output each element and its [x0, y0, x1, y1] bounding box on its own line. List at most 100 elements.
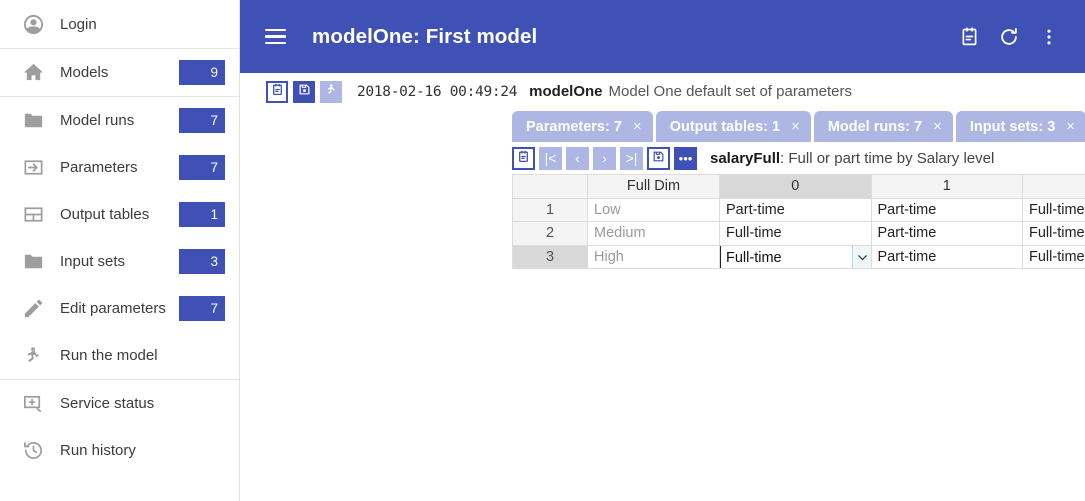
close-icon[interactable]: × — [933, 119, 942, 134]
parameter-toolbar: |< ‹ › >| ••• salaryFull: Full or part t… — [240, 142, 1085, 174]
grid-cell-editing[interactable]: Full-time Full-time Part-time — [719, 244, 872, 269]
model-info-line: 2018-02-16 00:49:24 modelOne Model One d… — [240, 73, 1085, 106]
run-person-icon — [324, 82, 339, 102]
parameter-grid-container: Full Dim 0 1 2 3 1 Low Part-time Part-ti… — [240, 174, 1085, 501]
run-person-icon — [18, 341, 48, 371]
sidebar-group-models: Models 9 — [0, 49, 239, 97]
model-name: modelOne — [529, 83, 603, 100]
model-notes-button[interactable] — [949, 17, 989, 57]
table-row: 1 Low Part-time Part-time Full-time Full… — [512, 197, 1085, 222]
refresh-button[interactable] — [989, 17, 1029, 57]
sidebar-item-run-history[interactable]: Run history — [0, 427, 239, 474]
clipboard-note-icon — [271, 83, 284, 101]
sidebar-item-output-tables[interactable]: Output tables 1 — [0, 191, 239, 238]
save-button[interactable] — [647, 146, 670, 170]
grid-cell[interactable]: Part-time — [870, 244, 1023, 269]
service-status-icon — [18, 389, 48, 419]
grid-cell[interactable]: Part-time — [719, 197, 872, 222]
chevron-down-icon[interactable] — [852, 245, 871, 268]
close-icon[interactable]: × — [633, 119, 642, 134]
sidebar-item-run-the-model[interactable]: Run the model — [0, 332, 239, 379]
sidebar-item-label: Run history — [60, 442, 136, 459]
sidebar-item-label: Models — [60, 64, 109, 81]
previous-page-button[interactable]: ‹ — [566, 146, 589, 170]
sidebar-item-badge: 7 — [179, 108, 225, 133]
sidebar-item-label: Service status — [60, 395, 155, 412]
more-options-button[interactable] — [1029, 17, 1069, 57]
sidebar-item-models[interactable]: Models 9 — [0, 49, 239, 96]
row-dimension-label: Medium — [587, 221, 720, 246]
last-page-button[interactable]: >| — [620, 146, 643, 170]
parameter-grid: Full Dim 0 1 2 3 1 Low Part-time Part-ti… — [512, 174, 1085, 269]
sidebar-group-account: Login — [0, 1, 239, 49]
info-save-button[interactable] — [293, 80, 315, 103]
sidebar-item-input-sets[interactable]: Input sets 3 — [0, 238, 239, 285]
sidebar-item-label: Output tables — [60, 206, 150, 223]
sidebar-item-badge: 7 — [179, 155, 225, 180]
tab-input-sets[interactable]: Input sets: 3 × — [955, 111, 1085, 142]
table-layout-icon — [18, 200, 48, 230]
tab-label: Model runs: 7 — [827, 118, 923, 135]
sidebar-item-label: Input sets — [60, 253, 126, 270]
grid-cell[interactable]: Full-time — [1022, 221, 1085, 246]
sidebar-item-login[interactable]: Login — [0, 1, 239, 48]
page-title: modelOne: First model — [312, 24, 538, 48]
sidebar-item-service-status[interactable]: Service status — [0, 380, 239, 427]
cell-editor-value: Full-time — [726, 249, 782, 266]
sidebar-item-badge: 1 — [179, 202, 225, 227]
tab-label: Input sets: 3 — [969, 118, 1056, 135]
grid-cell[interactable]: Full-time — [1022, 244, 1085, 269]
sidebar-item-label: Edit parameters — [60, 300, 166, 317]
model-timestamp: 2018-02-16 00:49:24 — [357, 83, 518, 100]
sidebar-item-model-runs[interactable]: Model runs 7 — [0, 97, 239, 144]
tab-label: Output tables: 1 — [669, 118, 781, 135]
column-header-1[interactable]: 1 — [870, 174, 1023, 199]
save-disk-icon — [652, 150, 665, 166]
app-header: modelOne: First model — [240, 0, 1085, 73]
pencil-icon — [18, 294, 48, 324]
save-disk-icon — [298, 83, 311, 101]
row-number[interactable]: 1 — [512, 197, 588, 222]
grid-cell[interactable]: Full-time — [1022, 197, 1085, 222]
clipboard-note-icon — [517, 150, 530, 166]
grid-cell[interactable]: Part-time — [870, 197, 1023, 222]
tab-output-tables[interactable]: Output tables: 1 × — [655, 111, 811, 142]
hamburger-menu-icon[interactable] — [258, 20, 292, 54]
parameter-notes-button[interactable] — [512, 146, 535, 170]
account-circle-icon — [18, 10, 48, 40]
close-icon[interactable]: × — [791, 119, 800, 134]
grid-cell[interactable]: Part-time — [870, 221, 1023, 246]
grid-corner — [512, 174, 588, 199]
history-clock-icon — [18, 436, 48, 466]
grid-cell[interactable]: Full-time — [719, 221, 872, 246]
column-header-2[interactable]: 2 — [1022, 174, 1085, 199]
table-row: 2 Medium Full-time Part-time Full-time F… — [512, 221, 1085, 246]
parameter-title: salaryFull: Full or part time by Salary … — [710, 150, 994, 167]
sidebar: Login Models 9 Model runs 7 Parameters 7… — [0, 0, 240, 501]
first-page-button[interactable]: |< — [539, 146, 562, 170]
row-number[interactable]: 2 — [512, 221, 588, 246]
column-header-0[interactable]: 0 — [719, 174, 872, 199]
column-header-full-dim[interactable]: Full Dim — [587, 174, 720, 199]
table-row: 3 High Full-time Full-time Pa — [512, 244, 1085, 269]
sidebar-item-edit-parameters[interactable]: Edit parameters 7 — [0, 285, 239, 332]
sidebar-item-parameters[interactable]: Parameters 7 — [0, 144, 239, 191]
next-page-button[interactable]: › — [593, 146, 616, 170]
tab-parameters[interactable]: Parameters: 7 × — [512, 111, 653, 142]
sidebar-item-label: Run the model — [60, 347, 158, 364]
cell-select-editor[interactable]: Full-time — [720, 245, 871, 268]
row-number[interactable]: 3 — [512, 244, 588, 269]
model-description: Model One default set of parameters — [608, 83, 852, 100]
more-actions-button[interactable]: ••• — [674, 146, 697, 170]
info-run-button[interactable] — [320, 80, 342, 103]
sidebar-group-service: Service status Run history — [0, 380, 239, 474]
info-notes-button[interactable] — [266, 80, 288, 103]
sidebar-item-label: Model runs — [60, 112, 135, 129]
sidebar-group-model: Model runs 7 Parameters 7 Output tables … — [0, 97, 239, 380]
tab-model-runs[interactable]: Model runs: 7 × — [813, 111, 953, 142]
tab-bar: Parameters: 7 × Output tables: 1 × Model… — [240, 106, 1085, 142]
app-root: Login Models 9 Model runs 7 Parameters 7… — [0, 0, 1085, 501]
home-icon — [18, 58, 48, 88]
input-arrow-icon — [18, 153, 48, 183]
close-icon[interactable]: × — [1066, 119, 1075, 134]
